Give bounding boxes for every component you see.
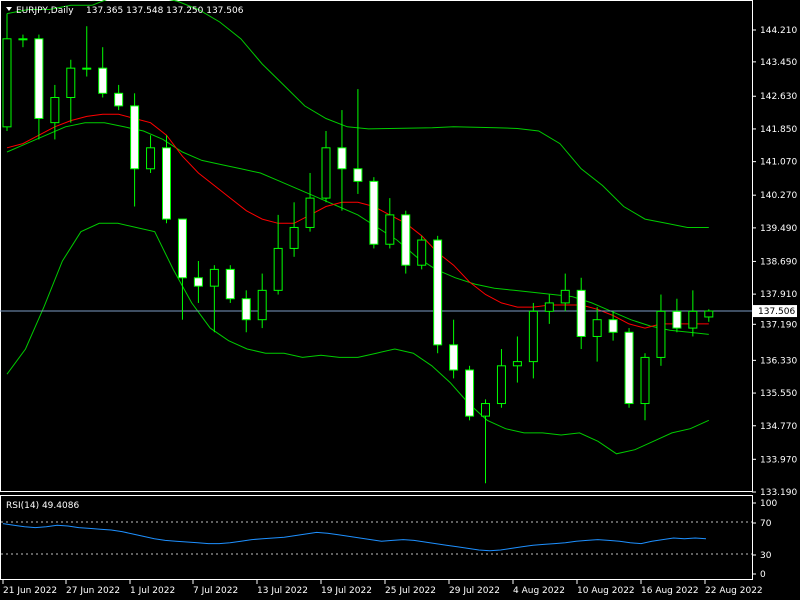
ohlc-readout: 137.365 137.548 137.250 137.506 <box>86 6 244 16</box>
time-tick-label: 10 Aug 2022 <box>577 586 635 596</box>
candle-body-bull <box>321 147 331 199</box>
candle-body-bear <box>130 105 140 170</box>
price-tick-label: 133.190 <box>760 488 797 498</box>
rsi-tick-label: 70 <box>760 519 772 529</box>
rsi-tick-label: 100 <box>760 499 777 509</box>
price-tick-label: 143.450 <box>760 58 797 68</box>
rsi-tick-label: 30 <box>760 551 772 561</box>
price-tick-label: 138.690 <box>760 257 797 267</box>
chart-header: EURJPY,Daily 137.365 137.548 137.250 137… <box>6 6 244 16</box>
candle-body-bull <box>656 310 666 358</box>
candle-body-bear <box>576 289 586 337</box>
price-tick-label: 137.910 <box>760 290 797 300</box>
candle-body-bear <box>177 218 187 279</box>
candle-body-bear <box>114 92 124 107</box>
candle-body-bear <box>337 147 347 170</box>
candle-body-bull <box>688 310 698 329</box>
price-tick-label: 134.770 <box>760 422 797 432</box>
candle-body-bull <box>305 197 315 228</box>
price-tick-label: 135.550 <box>760 389 797 399</box>
price-tick-label: 139.490 <box>760 224 797 234</box>
current-price-tag: 137.506 <box>753 305 797 318</box>
time-tick-label: 13 Jul 2022 <box>257 586 308 596</box>
time-tick-label: 1 Jul 2022 <box>130 586 175 596</box>
candle-body-bear <box>162 147 171 220</box>
rsi-label: RSI(14) 49.4086 <box>6 501 79 511</box>
time-tick-label: 16 Aug 2022 <box>641 586 699 596</box>
price-tick-label: 141.850 <box>760 125 797 135</box>
price-tick-label: 133.970 <box>760 455 797 465</box>
time-tick-label: 29 Jul 2022 <box>449 586 500 596</box>
candle-body-bear <box>369 180 379 245</box>
candle-body-bear <box>433 239 443 346</box>
candle-body-bull <box>385 214 395 245</box>
price-tick-label: 137.190 <box>760 320 797 330</box>
candle-body-bear <box>193 277 203 287</box>
candle-body-bull <box>528 310 538 363</box>
candle <box>624 328 634 408</box>
candle <box>433 235 443 354</box>
eurjpy-daily-chart[interactable]: 144.210 143.450 142.630 141.850 141.070 140.2… <box>0 0 800 600</box>
chart-background <box>0 0 800 600</box>
candle-body-bull <box>289 226 299 249</box>
price-tick-label: 140.270 <box>760 191 797 201</box>
symbol-label: EURJPY,Daily <box>16 6 74 16</box>
candle-body-bull <box>257 289 267 321</box>
candle-body-bear <box>449 344 459 371</box>
candle <box>465 365 475 421</box>
candle-body-bear <box>98 67 108 94</box>
candle-body-bear <box>608 319 618 333</box>
candle-body-bear <box>465 369 475 417</box>
time-tick-label: 19 Jul 2022 <box>321 586 372 596</box>
candle-body-bull <box>544 302 554 312</box>
candle <box>417 235 427 270</box>
candle-body-bull <box>704 310 714 318</box>
time-tick-label: 4 Aug 2022 <box>513 586 565 596</box>
candle-body-bull <box>481 403 490 417</box>
candle-body-bear <box>225 268 235 300</box>
price-tick-label: 136.330 <box>760 356 797 366</box>
candle-body-bull <box>512 361 522 367</box>
candle-body-bear <box>241 298 251 321</box>
candle <box>369 177 379 249</box>
candle-body-bear <box>624 331 634 405</box>
candle-body-bull <box>209 268 219 287</box>
candle-body-bear <box>401 214 411 266</box>
time-tick-label: 22 Aug 2022 <box>705 586 763 596</box>
time-tick-label: 21 Jun 2022 <box>3 586 57 596</box>
time-tick-label: 7 Jul 2022 <box>193 586 238 596</box>
price-tick-label: 141.070 <box>760 158 797 168</box>
candle-body-bull <box>82 67 92 70</box>
candle-body-bull <box>50 96 60 124</box>
candle-body-bull <box>560 289 570 304</box>
price-tick-label: 142.630 <box>760 92 797 102</box>
candle-body-bull <box>273 247 283 291</box>
candle-body-bear <box>353 168 363 182</box>
candle-body-bear <box>34 38 44 119</box>
price-tick-label: 144.210 <box>760 26 797 36</box>
candle-body-bull <box>2 38 12 128</box>
candle-body-bull <box>640 356 650 405</box>
rsi-tick-label: 0 <box>760 570 766 580</box>
candle <box>162 135 171 224</box>
candle-body-bull <box>592 319 602 337</box>
candle-body-bear <box>672 310 682 329</box>
candle <box>401 210 411 274</box>
candle-body-bull <box>417 239 427 266</box>
candle-body-bull <box>146 147 156 170</box>
candle-body-bull <box>66 67 76 98</box>
candle <box>225 265 235 303</box>
time-tick-label: 25 Jul 2022 <box>385 586 436 596</box>
candle-body-bull <box>496 365 506 405</box>
candle-body-bull <box>18 38 28 41</box>
current-price-label: 137.506 <box>758 307 795 317</box>
time-tick-label: 27 Jun 2022 <box>66 586 120 596</box>
